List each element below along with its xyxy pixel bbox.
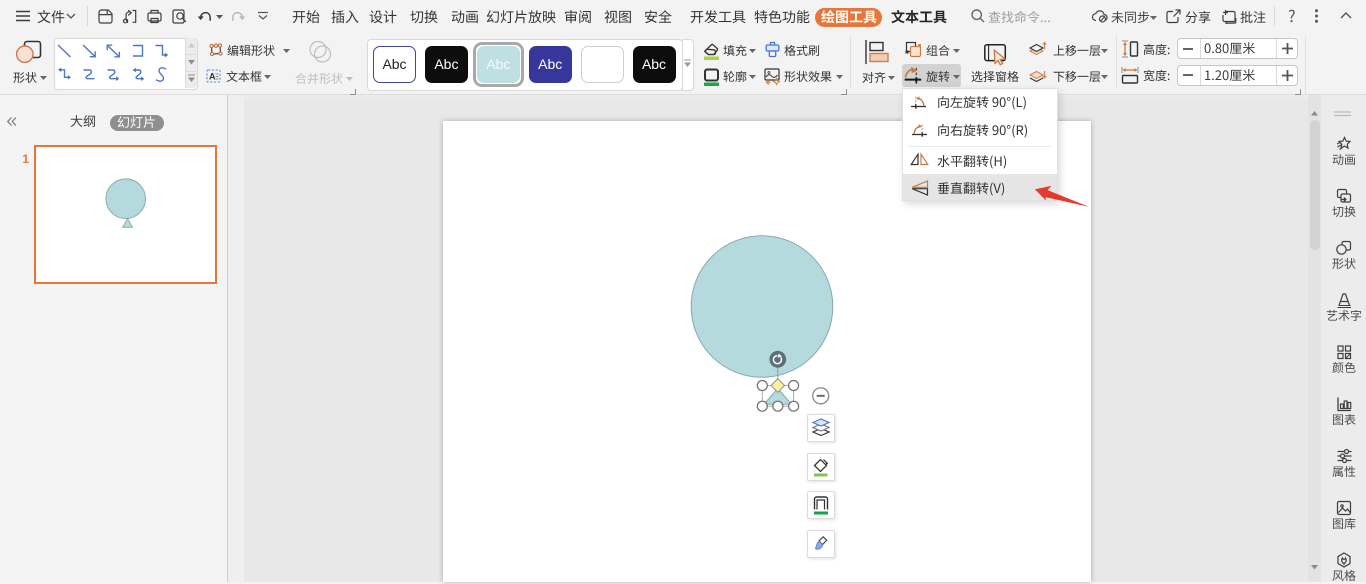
svg-text:A: A: [209, 72, 216, 82]
